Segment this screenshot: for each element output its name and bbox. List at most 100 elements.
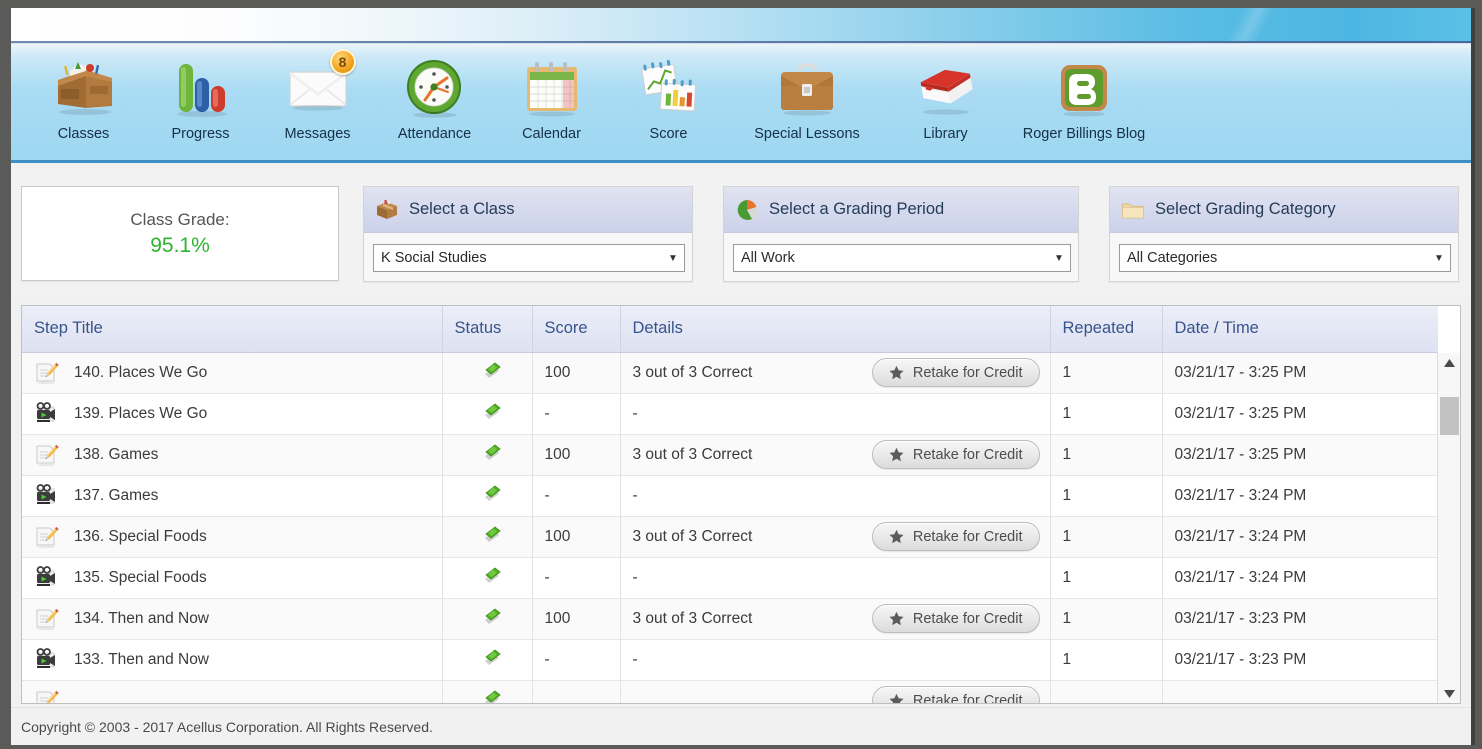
nav-item-label: Roger Billings Blog — [1022, 126, 1146, 142]
status-badge — [482, 565, 504, 585]
class-dropdown[interactable]: K Social Studies ▼ — [373, 244, 685, 272]
cell-step-title: 136. Special Foods — [22, 516, 443, 558]
status-badge — [482, 483, 504, 503]
table-row[interactable]: 140. Places We Go 100 3 out of 3 Correct … — [22, 352, 1438, 394]
select-grading-category-title: Select Grading Category — [1155, 200, 1336, 218]
cell-status — [442, 680, 533, 703]
cell-date-time: 03/21/17 - 3:24 PM — [1162, 557, 1438, 599]
folder-icon — [1120, 197, 1146, 223]
retake-button-label: Retake for Credit — [912, 528, 1023, 545]
details-text: 3 out of 3 Correct — [632, 609, 753, 627]
column-header-repeated[interactable]: Repeated — [1050, 306, 1163, 353]
cell-status — [442, 557, 533, 599]
class-grade-panel: Class Grade: 95.1% — [21, 186, 339, 281]
envelope-icon: 8 — [278, 49, 358, 125]
status-badge — [482, 401, 504, 421]
table-row[interactable]: Retake for Credit — [22, 680, 1438, 704]
column-header-status[interactable]: Status — [442, 306, 533, 353]
nav-item-score[interactable]: Score — [610, 45, 727, 157]
nav-item-special-lessons[interactable]: Special Lessons — [727, 45, 887, 157]
column-header-score[interactable]: Score — [532, 306, 621, 353]
video-camera-icon — [34, 647, 60, 672]
nav-item-progress[interactable]: Progress — [142, 45, 259, 157]
grading-period-dropdown[interactable]: All Work ▼ — [733, 244, 1071, 272]
video-camera-icon — [34, 565, 60, 590]
column-header-step-title[interactable]: Step Title — [22, 306, 443, 353]
cell-date-time: 03/21/17 - 3:25 PM — [1162, 352, 1438, 394]
nav-item-label: Attendance — [397, 126, 472, 142]
retake-for-credit-button[interactable]: Retake for Credit — [871, 358, 1040, 387]
nav-item-label: Classes — [57, 126, 110, 142]
nav-item-messages[interactable]: 8 Messages — [259, 45, 376, 157]
cell-step-title: 138. Games — [22, 434, 443, 476]
nav-item-label: Messages — [284, 126, 351, 142]
blogger-b-icon — [1044, 51, 1124, 125]
nav-item-roger-billings-blog[interactable]: Roger Billings Blog — [1004, 45, 1164, 157]
cell-score: - — [532, 393, 621, 435]
cell-score: 100 — [532, 352, 621, 394]
cell-status — [442, 352, 533, 394]
details-text: 3 out of 3 Correct — [632, 363, 753, 381]
nav-item-calendar[interactable]: Calendar — [493, 45, 610, 157]
cell-details: - — [620, 393, 1051, 435]
box-icon — [374, 197, 400, 223]
table-row[interactable]: 138. Games 100 3 out of 3 Correct Retake … — [22, 434, 1438, 476]
video-camera-icon — [34, 483, 60, 508]
step-title-text: 135. Special Foods — [74, 568, 207, 586]
cell-repeated: 1 — [1050, 639, 1163, 681]
nav-item-classes[interactable]: Classes — [25, 45, 142, 157]
cell-details: - — [620, 475, 1051, 517]
grading-category-dropdown[interactable]: All Categories ▼ — [1119, 244, 1451, 272]
select-grading-category-header: Select Grading Category — [1110, 187, 1458, 233]
cell-step-title: 139. Places We Go — [22, 393, 443, 435]
cell-score: 100 — [532, 434, 621, 476]
table-row[interactable]: 136. Special Foods 100 3 out of 3 Correct… — [22, 516, 1438, 558]
details-text: 3 out of 3 Correct — [632, 527, 753, 545]
chevron-down-icon: ▼ — [1434, 252, 1444, 264]
cell-date-time: 03/21/17 - 3:23 PM — [1162, 598, 1438, 640]
desk-icon — [44, 51, 124, 125]
class-grade-label: Class Grade: — [130, 209, 230, 229]
table-scrollbar[interactable] — [1437, 353, 1460, 703]
table-row[interactable]: 139. Places We Go - - 1 03/21/17 - 3:25 PM — [22, 393, 1438, 435]
cell-status — [442, 475, 533, 517]
status-badge — [482, 360, 504, 380]
score-table-body: 140. Places We Go 100 3 out of 3 Correct … — [22, 352, 1438, 704]
column-header-details[interactable]: Details — [620, 306, 1051, 353]
details-text: - — [632, 486, 638, 504]
retake-button-label: Retake for Credit — [912, 364, 1023, 381]
scrollbar-up-arrow-icon[interactable] — [1438, 353, 1460, 372]
table-row[interactable]: 137. Games - - 1 03/21/17 - 3:24 PM — [22, 475, 1438, 517]
retake-for-credit-button[interactable]: Retake for Credit — [871, 604, 1040, 633]
nav-item-attendance[interactable]: Attendance — [376, 45, 493, 157]
book-icon — [906, 51, 986, 125]
table-row[interactable]: 133. Then and Now - - 1 03/21/17 - 3:23 PM — [22, 639, 1438, 681]
cell-step-title: 134. Then and Now — [22, 598, 443, 640]
nav-item-library[interactable]: Library — [887, 45, 1004, 157]
cell-repeated: 1 — [1050, 598, 1163, 640]
nav-item-label: Calendar — [522, 126, 581, 142]
retake-button-label: Retake for Credit — [912, 692, 1023, 704]
status-badge — [482, 442, 504, 462]
cell-score — [532, 680, 621, 703]
nav-item-label: Library — [923, 126, 968, 142]
table-row[interactable]: 134. Then and Now 100 3 out of 3 Correct … — [22, 598, 1438, 640]
scrollbar-down-arrow-icon[interactable] — [1438, 684, 1460, 703]
cell-step-title: 133. Then and Now — [22, 639, 443, 681]
banner-divider — [11, 41, 1471, 44]
score-table: Step Title Status Score Details Repeated… — [22, 306, 1438, 704]
grading-period-dropdown-value: All Work — [741, 250, 795, 266]
cell-status — [442, 639, 533, 681]
quiz-paper-pencil-icon — [34, 443, 60, 467]
scrollbar-thumb[interactable] — [1440, 397, 1459, 435]
cell-step-title: 137. Games — [22, 475, 443, 517]
retake-for-credit-button[interactable]: Retake for Credit — [871, 686, 1040, 704]
column-header-date-time[interactable]: Date / Time — [1162, 306, 1438, 353]
class-dropdown-value: K Social Studies — [381, 250, 487, 266]
cell-repeated — [1050, 680, 1163, 703]
details-text: - — [632, 404, 638, 422]
table-row[interactable]: 135. Special Foods - - 1 03/21/17 - 3:24 PM — [22, 557, 1438, 599]
retake-for-credit-button[interactable]: Retake for Credit — [871, 440, 1040, 469]
retake-for-credit-button[interactable]: Retake for Credit — [871, 522, 1040, 551]
cell-repeated: 1 — [1050, 434, 1163, 476]
